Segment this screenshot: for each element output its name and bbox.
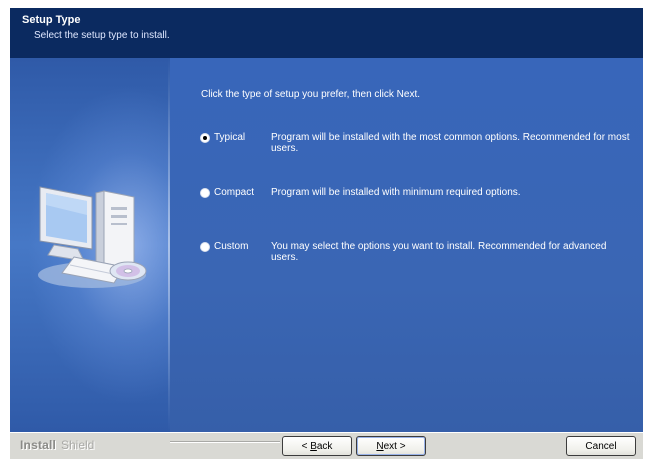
back-button-prefix: < bbox=[301, 441, 311, 452]
dialog-footer: Install Shield < Back Next > Cancel bbox=[10, 432, 643, 459]
compact-label[interactable]: Compact bbox=[214, 187, 254, 198]
dialog-header: Setup Type Select the setup type to inst… bbox=[10, 8, 643, 58]
compact-radio[interactable] bbox=[200, 188, 210, 198]
next-button-rest: ext > bbox=[383, 441, 406, 452]
installshield-logo: Install bbox=[20, 438, 57, 452]
computer-with-cd-icon bbox=[38, 186, 147, 288]
installshield-logo-suffix: Shield bbox=[61, 438, 95, 452]
cancel-button[interactable]: Cancel bbox=[566, 436, 636, 456]
option-compact[interactable]: Compact Program will be installed with m… bbox=[200, 187, 640, 216]
back-button-key: B bbox=[310, 441, 317, 452]
setup-dialog: Setup Type Select the setup type to inst… bbox=[10, 8, 643, 459]
illustration-panel bbox=[10, 58, 170, 432]
custom-description: You may select the options you want to i… bbox=[271, 241, 607, 263]
typical-radio[interactable] bbox=[200, 133, 210, 143]
page-subtitle: Select the setup type to install. bbox=[34, 30, 170, 41]
panel-divider bbox=[168, 58, 170, 432]
typical-label[interactable]: Typical bbox=[214, 132, 245, 143]
page-title: Setup Type bbox=[22, 14, 81, 26]
typical-description: Program will be installed with the most … bbox=[271, 132, 630, 154]
custom-radio[interactable] bbox=[200, 242, 210, 252]
next-button[interactable]: Next > bbox=[356, 436, 426, 456]
custom-label[interactable]: Custom bbox=[214, 241, 248, 252]
back-button-rest: ack bbox=[316, 441, 333, 452]
back-button[interactable]: < Back bbox=[282, 436, 352, 456]
dialog-body: Click the type of setup you prefer, then… bbox=[10, 58, 643, 432]
setup-prompt: Click the type of setup you prefer, then… bbox=[201, 89, 420, 100]
compact-description: Program will be installed with minimum r… bbox=[271, 187, 521, 198]
option-custom[interactable]: Custom You may select the options you wa… bbox=[200, 241, 640, 270]
next-button-key: N bbox=[376, 441, 384, 452]
footer-separator bbox=[170, 441, 280, 442]
option-typical[interactable]: Typical Program will be installed with t… bbox=[200, 132, 640, 161]
